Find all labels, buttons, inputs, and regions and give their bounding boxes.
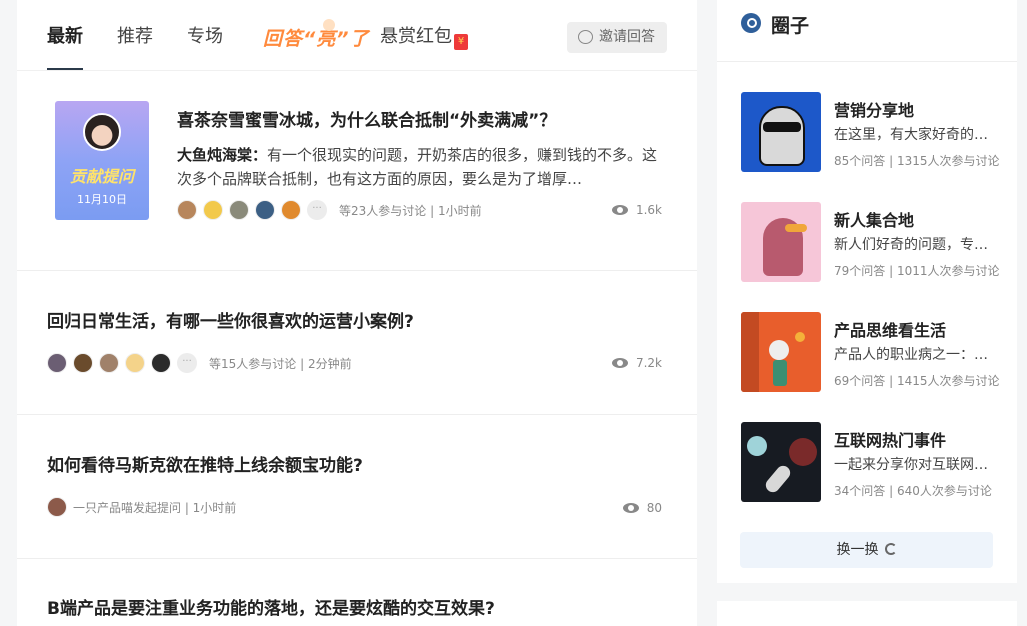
question-item[interactable]: 贡献提问 11月10日 喜茶奈雪蜜雪冰城，为什么联合抵制“外卖满减”？ 大鱼炖海…: [17, 72, 697, 271]
circle-description: 一起来分享你对互联网热门事件的看法: [834, 457, 994, 473]
chat-icon: [578, 30, 593, 44]
feed-tabs: 最新 推荐 专场 回答“亮”了 悬赏红包 ¥ 邀请回答: [17, 0, 697, 71]
tab-answer-highlight[interactable]: 回答“亮”了: [263, 19, 370, 51]
question-item[interactable]: B端产品是要注重业务功能的落地，还是要炫酷的交互效果?: [17, 559, 697, 626]
next-sidebar-card: [717, 601, 1017, 626]
avatar[interactable]: [99, 353, 119, 373]
avatar[interactable]: [203, 200, 223, 220]
answer-author[interactable]: 大鱼炖海棠：: [177, 146, 267, 164]
avatar[interactable]: [125, 353, 145, 373]
circle-item[interactable]: 产品思维看生活 产品人的职业病之一：用产品思维看生活 69个问答 | 1415人…: [741, 312, 1001, 392]
page: 最新 推荐 专场 回答“亮”了 悬赏红包¥ 邀请回答 贡献提问 11月10日: [0, 0, 1027, 626]
refresh-button[interactable]: 换一换: [740, 532, 993, 568]
avatar[interactable]: [47, 353, 67, 373]
refresh-label: 换一换: [836, 542, 879, 558]
circle-name[interactable]: 新人集合地: [834, 207, 914, 231]
cover-date: 11月10日: [77, 193, 127, 206]
circle-description: 产品人的职业病之一：用产品思维看生活: [834, 347, 994, 363]
circle-stats: 79个问答 | 1011人次参与讨论: [834, 264, 1000, 278]
avatar[interactable]: [151, 353, 171, 373]
tab-recommend[interactable]: 推荐: [117, 26, 153, 48]
invite-answer-label: 邀请回答: [599, 29, 655, 45]
avatar[interactable]: [73, 353, 93, 373]
red-envelope-icon: ¥: [454, 34, 468, 50]
circle-description: 新人们好奇的问题，专家来解答: [834, 237, 994, 253]
tab-bounty-label: 悬赏红包: [380, 26, 452, 47]
circle-name[interactable]: 产品思维看生活: [834, 317, 946, 341]
asked-by-meta: 一只产品喵发起提问 | 1小时前: [73, 500, 237, 515]
more-avatars-icon[interactable]: ···: [177, 353, 197, 373]
circle-stats: 34个问答 | 640人次参与讨论: [834, 484, 992, 498]
view-count-value: 80: [646, 501, 662, 515]
refresh-icon: [884, 543, 897, 555]
question-title[interactable]: 如何看待马斯克欲在推特上线余额宝功能?: [47, 454, 363, 478]
question-item[interactable]: 如何看待马斯克欲在推特上线余额宝功能? 一只产品喵发起提问 | 1小时前 80: [17, 415, 697, 559]
discussion-meta: 等15人参与讨论 | 2分钟前: [209, 356, 352, 371]
participants-meta: ··· 等23人参与讨论 | 1小时前: [177, 199, 482, 221]
circle-thumbnail[interactable]: [741, 422, 821, 502]
tab-latest[interactable]: 最新: [47, 26, 83, 48]
tab-special[interactable]: 专场: [187, 26, 223, 48]
view-count: 7.2k: [611, 356, 662, 370]
invite-answer-button[interactable]: 邀请回答: [567, 22, 667, 53]
circles-header: 圈子: [717, 0, 1017, 62]
asker-meta: 一只产品喵发起提问 | 1小时前: [47, 496, 236, 518]
question-feed: 最新 推荐 专场 回答“亮”了 悬赏红包¥ 邀请回答 贡献提问 11月10日: [17, 0, 697, 626]
circle-thumbnail[interactable]: [741, 312, 821, 392]
question-item[interactable]: 回归日常生活，有哪一些你很喜欢的运营小案例? ··· 等15人参与讨论 | 2分…: [17, 271, 697, 415]
circles-panel: 圈子 营销分享地 在这里，有大家好奇的营销干货 85个问答 | 1315人次参与…: [717, 0, 1017, 583]
eye-icon: [622, 503, 639, 513]
question-title[interactable]: B端产品是要注重业务功能的落地，还是要炫酷的交互效果?: [47, 597, 495, 621]
cover-title: 贡献提问: [69, 167, 134, 186]
circle-name[interactable]: 互联网热门事件: [834, 427, 946, 451]
question-title[interactable]: 喜茶奈雪蜜雪冰城，为什么联合抵制“外卖满减”？: [177, 109, 556, 133]
discussion-meta: 等23人参与讨论 | 1小时前: [339, 203, 482, 218]
eye-icon: [611, 205, 628, 215]
avatar[interactable]: [255, 200, 275, 220]
avatar[interactable]: [229, 200, 249, 220]
circle-description: 在这里，有大家好奇的营销干货: [834, 127, 994, 143]
avatar[interactable]: [177, 200, 197, 220]
question-title[interactable]: 回归日常生活，有哪一些你很喜欢的运营小案例?: [47, 310, 414, 334]
avatar[interactable]: [47, 497, 67, 517]
view-count-value: 1.6k: [635, 203, 662, 217]
participants-meta: ··· 等15人参与讨论 | 2分钟前: [47, 352, 352, 374]
circle-stats: 85个问答 | 1315人次参与讨论: [834, 154, 1000, 168]
more-avatars-icon[interactable]: ···: [307, 200, 327, 220]
active-tab-underline: [47, 68, 83, 70]
question-cover[interactable]: 贡献提问 11月10日: [55, 101, 149, 220]
circle-icon: [741, 13, 761, 33]
cover-avatar: [83, 113, 121, 151]
circle-thumbnail[interactable]: [741, 92, 821, 172]
tab-bounty[interactable]: 悬赏红包 ¥: [380, 26, 468, 50]
circle-thumbnail[interactable]: [741, 202, 821, 282]
view-count-value: 7.2k: [635, 356, 662, 370]
circle-item[interactable]: 新人集合地 新人们好奇的问题，专家来解答 79个问答 | 1011人次参与讨论: [741, 202, 1001, 282]
circle-stats: 69个问答 | 1415人次参与讨论: [834, 374, 1000, 388]
circle-name[interactable]: 营销分享地: [834, 97, 914, 121]
answer-excerpt[interactable]: 大鱼炖海棠：有一个很现实的问题，开奶茶店的很多，赚到钱的不多。这次多个品牌联合抵…: [177, 143, 667, 191]
circle-item[interactable]: 营销分享地 在这里，有大家好奇的营销干货 85个问答 | 1315人次参与讨论: [741, 92, 1001, 172]
tab-answer-highlight-label: 回答“亮”了: [263, 28, 370, 50]
avatar[interactable]: [281, 200, 301, 220]
view-count: 80: [622, 501, 662, 515]
sparkle-icon: [323, 19, 335, 31]
circle-item[interactable]: 互联网热门事件 一起来分享你对互联网热门事件的看法 34个问答 | 640人次参…: [741, 422, 1001, 502]
view-count: 1.6k: [611, 203, 662, 217]
eye-icon: [611, 358, 628, 368]
circles-title: 圈子: [771, 15, 810, 37]
